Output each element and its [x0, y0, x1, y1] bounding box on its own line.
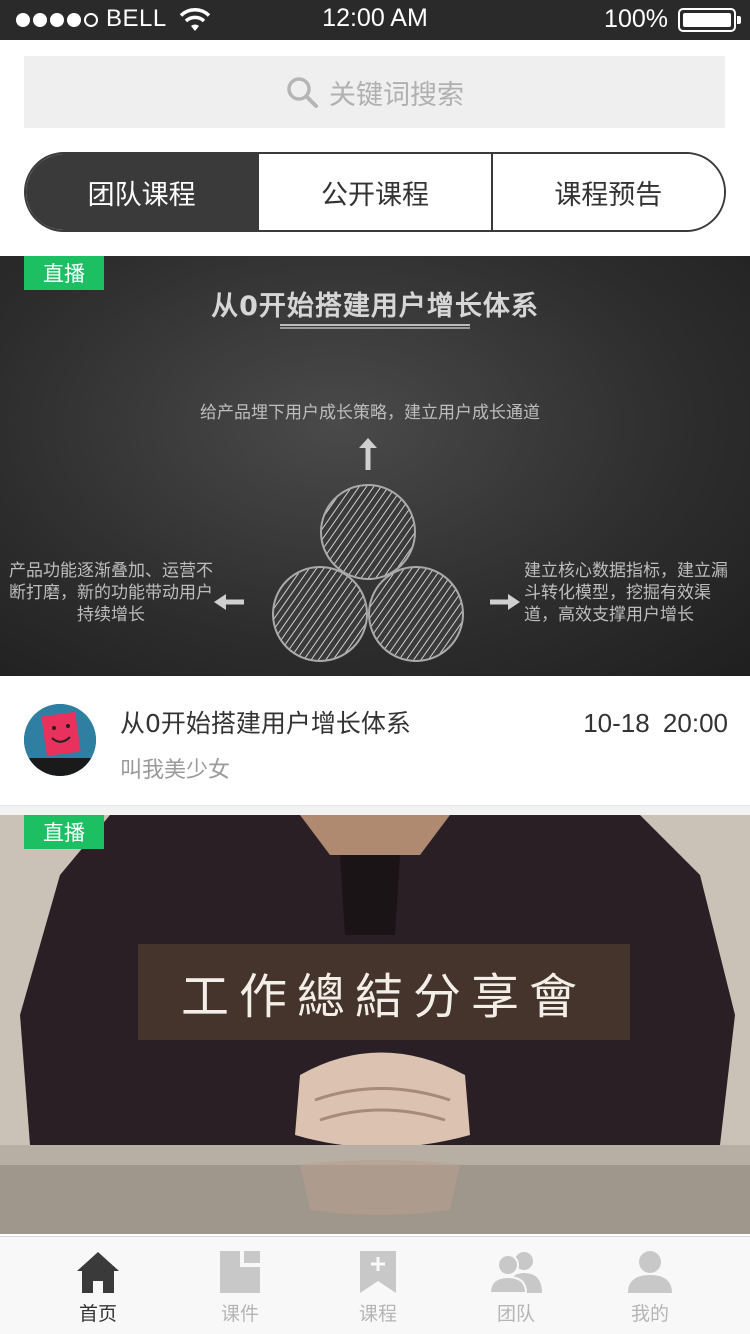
- nav-courseware[interactable]: 课件: [180, 1237, 300, 1334]
- nav-courses[interactable]: 课程: [318, 1237, 438, 1334]
- battery-percentage: 100%: [604, 5, 668, 33]
- banner-right-text: 建立核心数据指标，建立漏斗转化模型，挖掘有效渠道，高效支撑用户增长: [524, 561, 728, 625]
- nav-label: 课程: [358, 1303, 397, 1325]
- avatar-image: [24, 704, 96, 776]
- live-badge: 直播: [24, 815, 104, 849]
- course-time: 20:00: [662, 708, 728, 738]
- nav-team[interactable]: 团队: [456, 1237, 576, 1334]
- course-banner-growth[interactable]: 直播 从0开始搭建用户增长体系 给产品埋下用户成长策略，建立用户成长通道 产品功…: [0, 256, 750, 676]
- title-underline: [280, 324, 470, 329]
- nav-label: 首页: [78, 1303, 117, 1325]
- nav-label: 我的: [630, 1303, 669, 1325]
- tab-public-courses[interactable]: 公开课程: [257, 154, 491, 230]
- course-date: 10-18: [583, 708, 650, 738]
- battery-icon: [678, 8, 741, 32]
- banner-title: 从0开始搭建用户增长体系: [211, 291, 539, 322]
- course-banner-work-summary[interactable]: 直播 工作總結分享會: [0, 815, 750, 1234]
- course-tabs: 团队课程 公开课程 课程预告: [24, 152, 726, 232]
- tab-team-courses[interactable]: 团队课程: [26, 154, 258, 230]
- carrier-name: BELL: [106, 5, 167, 32]
- banner-top-text: 给产品埋下用户成长策略，建立用户成长通道: [200, 403, 540, 423]
- course-bookmark-icon: [360, 1251, 396, 1293]
- nav-label: 团队: [496, 1303, 535, 1325]
- search-input[interactable]: 关键词搜索: [24, 56, 725, 128]
- team-icon: [488, 1252, 542, 1294]
- tab-course-preview[interactable]: 课程预告: [490, 154, 724, 230]
- nav-home[interactable]: 首页: [38, 1237, 158, 1334]
- course-info-row[interactable]: 从0开始搭建用户增长体系 叫我美少女 10-18 20:00: [0, 676, 750, 806]
- profile-icon: [628, 1251, 672, 1293]
- live-badge: 直播: [24, 256, 104, 290]
- course-schedule: 10-18 20:00: [583, 708, 728, 739]
- bottom-navigation: 首页 课件 课程 团队 我的: [0, 1236, 750, 1334]
- status-bar: BELL 12:00 AM 100%: [0, 0, 750, 40]
- home-icon: [77, 1252, 119, 1293]
- avatar[interactable]: [24, 704, 96, 776]
- wifi-icon: [179, 8, 211, 31]
- search-icon: [287, 77, 318, 108]
- course-title[interactable]: 从0开始搭建用户增长体系: [120, 704, 411, 740]
- course-author: 叫我美少女: [120, 758, 231, 783]
- nav-label: 课件: [220, 1303, 259, 1325]
- search-placeholder: 关键词搜索: [329, 79, 464, 111]
- nav-profile[interactable]: 我的: [590, 1237, 710, 1334]
- banner-left-text: 产品功能逐渐叠加、运营不断打磨，新的功能带动用户持续增长: [9, 561, 213, 625]
- courseware-icon: [220, 1251, 260, 1293]
- signal-strength-icon: [16, 13, 98, 27]
- banner-title: 工作總結分享會: [180, 969, 587, 1025]
- section-divider: [0, 806, 750, 815]
